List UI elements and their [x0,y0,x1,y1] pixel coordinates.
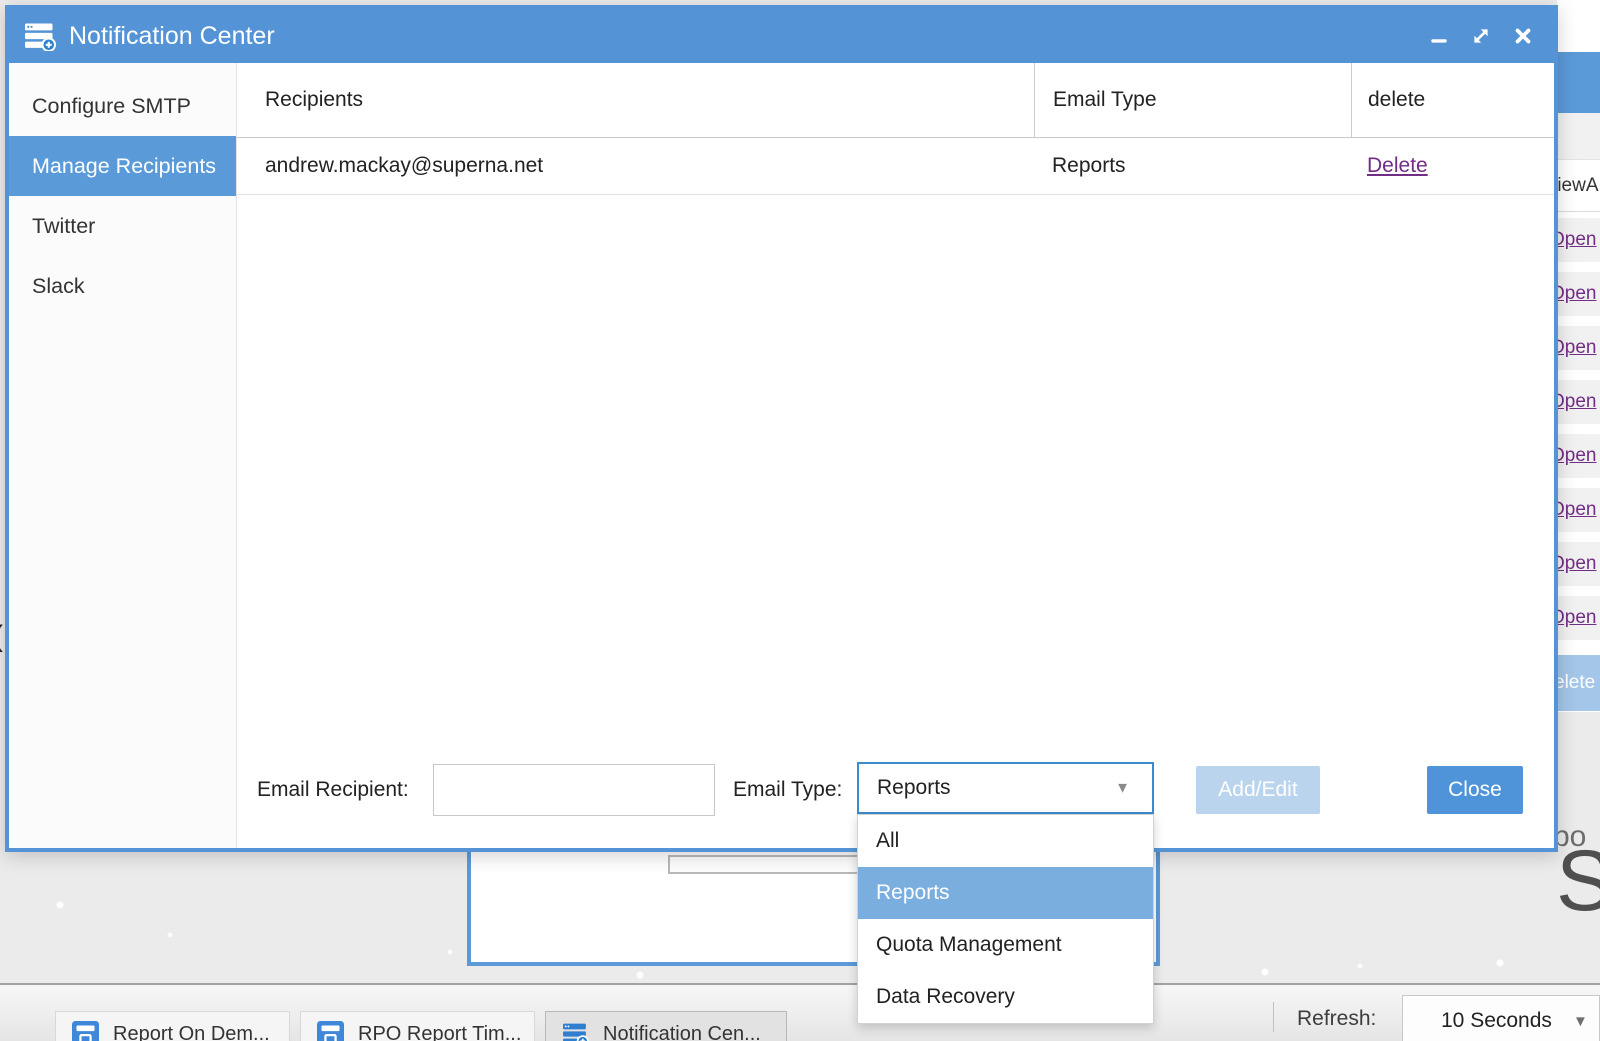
recipients-table-header: Recipients Email Type delete [237,63,1554,138]
email-recipient-input[interactable] [433,764,715,816]
table-row: Open [1557,596,1600,640]
table-row: Open [1557,326,1600,370]
table-row: Open [1557,434,1600,478]
open-link[interactable]: Open [1557,391,1596,413]
sidebar-item-twitter[interactable]: Twitter [9,196,236,256]
table-row: Open [1557,542,1600,586]
refresh-label: Refresh: [1297,1007,1377,1030]
add-edit-button[interactable]: Add/Edit [1196,766,1320,814]
open-link[interactable]: Open [1557,283,1596,305]
open-link[interactable]: Open [1557,337,1596,359]
taskbar-divider [1273,1002,1274,1032]
sidebar-item-slack[interactable]: Slack [9,256,236,316]
table-row: Open [1557,218,1600,262]
notification-center-icon [23,21,57,51]
background-table-header [1557,52,1600,113]
chevron-down-icon: ▼ [1115,779,1130,797]
taskbar-button-label: Report On Dem... [113,1022,270,1041]
window-controls [1428,25,1534,47]
notification-center-window: Notification Center Configure SMTP Manag… [5,5,1558,852]
background-open-rows: Open Open Open Open Open Open Open Open [1557,218,1600,650]
email-type-selected-value: Reports [877,776,951,799]
sidebar-item-configure-smtp[interactable]: Configure SMTP [9,76,236,136]
recipient-email-type: Reports [1052,154,1126,177]
close-button[interactable]: Close [1427,766,1523,814]
column-header-delete: delete [1351,63,1554,137]
window-titlebar[interactable]: Notification Center [9,9,1554,63]
open-link[interactable]: Open [1557,553,1596,575]
background-table-fragment: ViewA Open Open Open Open Open Open Open… [1557,0,1600,712]
report-icon [317,1020,344,1041]
notification-center-icon [562,1021,589,1041]
background-view-label: ViewA [1557,175,1599,196]
refresh-interval-select[interactable]: 10 Seconds ▼ [1402,995,1600,1041]
table-row: Open [1557,488,1600,532]
settings-sidebar: Configure SMTP Manage Recipients Twitter… [9,63,237,848]
open-link[interactable]: Open [1557,499,1596,521]
refresh-interval-value: 10 Seconds [1441,1009,1552,1032]
report-icon [72,1020,99,1041]
delete-button-fragment: elete [1557,672,1596,693]
recipients-panel: Recipients Email Type delete andrew.mack… [237,63,1554,848]
taskbar: Report On Dem... RPO Report Tim... Notif… [0,983,1600,1041]
background-text-fragment: ( [0,620,3,654]
open-link[interactable]: Open [1557,607,1596,629]
sidebar-item-manage-recipients[interactable]: Manage Recipients [9,136,236,196]
dropdown-option-all[interactable]: All [858,815,1153,867]
taskbar-button-notification-center[interactable]: Notification Cen... [545,1011,787,1041]
delete-recipient-link[interactable]: Delete [1367,154,1428,177]
email-recipient-label: Email Recipient: [257,778,409,801]
table-row: Open [1557,380,1600,424]
open-link[interactable]: Open [1557,229,1596,251]
minimize-button[interactable] [1428,25,1450,47]
background-view-row: ViewA [1557,161,1600,212]
taskbar-button-rpo-report[interactable]: RPO Report Tim... [300,1011,535,1041]
background-selected-row: elete [1557,655,1600,711]
recipient-row: andrew.mackay@superna.net Reports Delete [237,138,1554,195]
close-window-button[interactable] [1512,25,1534,47]
email-type-label: Email Type: [733,778,843,801]
window-title: Notification Center [69,21,275,50]
dropdown-option-quota-management[interactable]: Quota Management [858,919,1153,971]
recipient-email: andrew.mackay@superna.net [265,154,544,177]
email-type-select[interactable]: Reports ▼ [857,762,1154,814]
desktop-background: ( ViewA Open Open Open Open Open Open Op… [0,0,1600,1041]
maximize-button[interactable] [1470,25,1492,47]
email-type-dropdown-list: All Reports Quota Management Data Recove… [857,814,1154,1024]
taskbar-button-label: Notification Cen... [603,1022,761,1041]
taskbar-button-label: RPO Report Tim... [358,1022,522,1041]
chevron-down-icon: ▼ [1573,1012,1588,1030]
column-header-email-type: Email Type [1034,63,1351,137]
dropdown-option-data-recovery[interactable]: Data Recovery [858,971,1153,1023]
column-header-recipients: Recipients [265,88,364,111]
table-row: Open [1557,272,1600,316]
dropdown-option-reports[interactable]: Reports [858,867,1153,919]
taskbar-button-report-on-demand[interactable]: Report On Dem... [55,1011,290,1041]
branding-logo-fragment: S [1556,833,1600,929]
open-link[interactable]: Open [1557,445,1596,467]
